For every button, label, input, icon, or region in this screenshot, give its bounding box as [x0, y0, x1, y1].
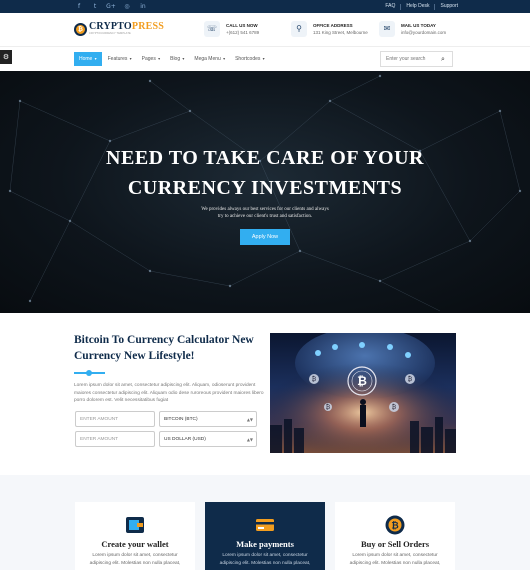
nav-item-label: Features: [107, 56, 128, 62]
feature-card-wallet: Create your wallet Lorem ipsum dolor sit…: [75, 502, 195, 570]
logo[interactable]: ₿ CRYPTOPRESS CRYPTOCURRENCY TEMPLATE: [74, 22, 164, 36]
hero-subtitle-line2: try to achieve our client's trust and sa…: [217, 214, 313, 219]
divider: [434, 3, 436, 10]
calculator-title: Bitcoin To Currency Calculator New Curre…: [74, 334, 254, 362]
linkedin-icon[interactable]: in: [138, 2, 148, 11]
menu: Home ▾ Features ▾ Pages ▾ Blog ▾ Mega Me…: [74, 52, 275, 66]
contact-value: 131 King Street, Melbourne: [313, 30, 368, 35]
top-links: FAQ Help Desk Support: [385, 3, 458, 10]
nav-item-label: Pages: [141, 56, 156, 62]
nav-item-features[interactable]: Features ▾: [108, 52, 132, 66]
header: ₿ CRYPTOPRESS CRYPTOCURRENCY TEMPLATE ☏ …: [0, 13, 530, 46]
facebook-icon[interactable]: f: [74, 2, 84, 11]
nav-item-label: Mega Menu: [194, 56, 221, 62]
wallet-icon: [126, 517, 144, 533]
svg-text:₿: ₿: [391, 521, 398, 532]
svg-text:₿: ₿: [392, 404, 397, 411]
nav-item-label: Home: [79, 56, 93, 62]
nav-item-label: Shortcodes: [235, 56, 261, 62]
twitter-icon[interactable]: t: [90, 2, 100, 11]
chevron-down-icon: ▲▼: [246, 436, 253, 442]
chevron-down-icon: ▾: [181, 56, 185, 61]
feature-text: Lorem ipsum dolor sit amet, consectetur …: [89, 553, 181, 566]
logo-name: CRYPTOPRESS: [89, 22, 164, 32]
feature-card-payments: Make payments Lorem ipsum dolor sit amet…: [205, 502, 325, 570]
calculator-description: Lorem ipsum dolor sit amet, consectetur …: [74, 383, 264, 403]
logo-name-part1: CRYPTO: [89, 21, 132, 32]
svg-text:₿: ₿: [326, 404, 331, 411]
social-links: f t G+ ◎ in: [74, 2, 148, 11]
search-box: ⌕: [380, 51, 453, 67]
currency-select-value: BITCOIN (BTC): [164, 416, 198, 422]
bitcoin-logo-icon: ₿: [74, 22, 87, 36]
chevron-down-icon: ▲▼: [246, 416, 253, 422]
contact-address: ⚲ OFFICE ADDRESS 131 King Street, Melbou…: [291, 21, 368, 37]
crypto-globe-image: ₿ ₿ ₿ ₿ ₿: [270, 333, 456, 453]
google-plus-icon[interactable]: G+: [106, 2, 116, 11]
hero-title-line2: CURRENCY INVESTMENTS: [127, 177, 403, 199]
svg-text:₿: ₿: [408, 376, 413, 383]
divider: [400, 3, 402, 10]
amount-input-1[interactable]: ENTER AMOUNT: [75, 411, 155, 427]
logo-tagline: CRYPTOCURRENCY TEMPLATE: [89, 32, 131, 35]
top-bar: f t G+ ◎ in FAQ Help Desk Support: [0, 0, 530, 13]
support-link[interactable]: Support: [440, 3, 458, 10]
contact-mail: ✉ MAIL US TODAY info@yourdomain.com: [379, 21, 446, 37]
contact-phone: ☏ CALL US NOW +(612) 541 6789: [204, 21, 259, 37]
help-desk-link[interactable]: Help Desk: [406, 3, 429, 10]
phone-icon: ☏: [204, 21, 220, 37]
nav-item-home[interactable]: Home ▾: [74, 52, 102, 66]
chevron-down-icon: ▾: [261, 56, 265, 61]
feature-title: Create your wallet: [101, 539, 169, 549]
currency-select-value: US DOLLAR (USD): [164, 436, 206, 442]
currency-select-1[interactable]: BITCOIN (BTC) ▲▼: [159, 411, 257, 427]
nav-item-pages[interactable]: Pages ▾: [142, 52, 160, 66]
logo-text: CRYPTOPRESS CRYPTOCURRENCY TEMPLATE: [89, 22, 164, 36]
nav-item-label: Blog: [170, 56, 181, 62]
search-icon[interactable]: ⌕: [441, 55, 445, 64]
currency-select-2[interactable]: US DOLLAR (USD) ▲▼: [159, 431, 257, 447]
faq-link[interactable]: FAQ: [385, 3, 395, 10]
instagram-icon[interactable]: ◎: [122, 2, 132, 11]
contact-label: CALL US NOW: [226, 23, 258, 28]
feature-text: Lorem ipsum dolor sit amet, consectetur …: [349, 553, 441, 566]
feature-title: Buy or Sell Orders: [360, 539, 430, 549]
amount-input-2[interactable]: ENTER AMOUNT: [75, 431, 155, 447]
crypto-illustration: ₿ ₿ ₿ ₿ ₿: [270, 333, 456, 453]
contact-label: OFFICE ADDRESS: [313, 23, 353, 28]
divider-dot: [86, 370, 92, 376]
mail-icon: ✉: [379, 21, 395, 37]
apply-now-button[interactable]: Apply Now: [240, 229, 290, 245]
chevron-down-icon: ▾: [93, 56, 97, 61]
page: f t G+ ◎ in FAQ Help Desk Support ₿ CRYP…: [0, 0, 530, 570]
credit-card-icon: [256, 519, 274, 531]
title-divider: [74, 370, 105, 376]
side-panel-toggle-icon[interactable]: ⚙: [0, 50, 12, 64]
location-pin-icon: ⚲: [291, 21, 307, 37]
bitcoin-coin-icon: ₿: [385, 515, 405, 535]
logo-name-part2: PRESS: [131, 21, 165, 32]
nav-item-blog[interactable]: Blog ▾: [170, 52, 184, 66]
main-nav: ⚙ Home ▾ Features ▾ Pages ▾ Blog ▾ Mega …: [0, 46, 530, 71]
feature-title: Make payments: [236, 539, 294, 549]
feature-text: Lorem ipsum dolor sit amet, consectetur …: [219, 553, 311, 566]
nav-item-mega-menu[interactable]: Mega Menu ▾: [194, 52, 225, 66]
amount-placeholder: ENTER AMOUNT: [80, 416, 119, 422]
amount-placeholder: ENTER AMOUNT: [80, 436, 119, 442]
chevron-down-icon: ▾: [221, 56, 226, 61]
search-input[interactable]: [381, 56, 441, 62]
feature-card-orders: ₿ Buy or Sell Orders Lorem ipsum dolor s…: [335, 502, 455, 570]
hero-subtitle-line1: We provides always our best services for…: [201, 207, 329, 212]
svg-text:₿: ₿: [312, 376, 317, 383]
hero-banner: NEED TO TAKE CARE OF YOUR CURRENCY INVES…: [0, 71, 530, 313]
chevron-down-icon: ▾: [128, 56, 132, 61]
hero-title-line1: NEED TO TAKE CARE OF YOUR: [106, 147, 424, 169]
hero-subtitle: We provides always our best services for…: [0, 206, 530, 220]
svg-text:₿: ₿: [357, 374, 367, 388]
chevron-down-icon: ▾: [156, 56, 161, 61]
contact-value: +(612) 541 6789: [226, 30, 260, 35]
nav-item-shortcodes[interactable]: Shortcodes ▾: [235, 52, 265, 66]
contact-label: MAIL US TODAY: [401, 23, 436, 28]
contact-value: info@yourdomain.com: [401, 30, 447, 35]
